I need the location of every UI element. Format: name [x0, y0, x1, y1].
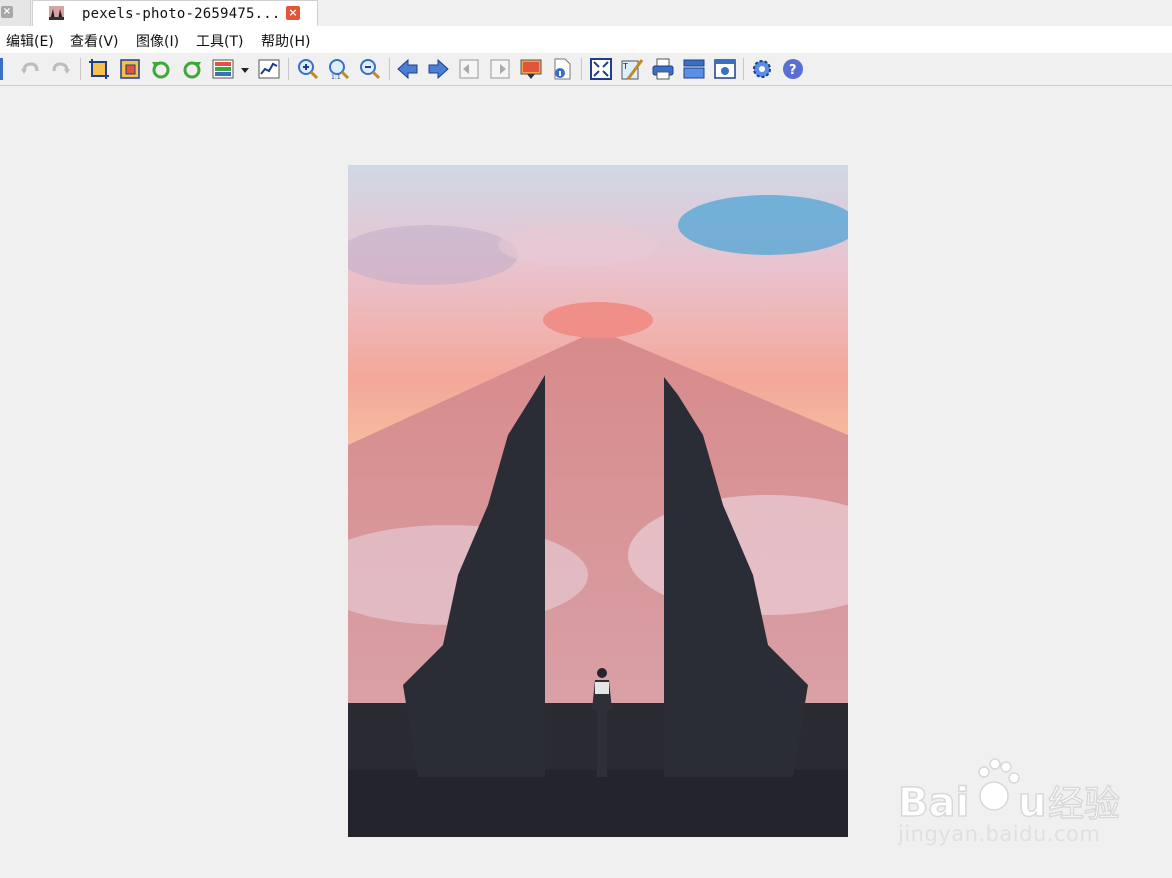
- print-icon[interactable]: [651, 57, 675, 81]
- tab-active[interactable]: pexels-photo-2659475... ×: [32, 0, 318, 26]
- toolbar-separator: [80, 58, 81, 80]
- first-page-icon[interactable]: [457, 57, 481, 81]
- menu-tools[interactable]: 工具(T): [196, 31, 243, 51]
- rotate-right-icon[interactable]: [180, 57, 204, 81]
- color-adjust-icon[interactable]: [211, 57, 235, 81]
- svg-text:经验: 经验: [1048, 784, 1120, 822]
- scan-icon[interactable]: [682, 57, 706, 81]
- screenshot-icon[interactable]: [713, 57, 737, 81]
- toolbar-separator: [288, 58, 289, 80]
- svg-text:u: u: [1018, 780, 1046, 822]
- baidu-paw-logo: Bai u 经验: [898, 758, 1121, 822]
- undo-icon[interactable]: [18, 57, 42, 81]
- zoom-in-icon[interactable]: [296, 57, 320, 81]
- settings-icon[interactable]: [750, 57, 774, 81]
- image-thumbnail-icon: [49, 6, 64, 20]
- resize-icon[interactable]: [118, 57, 142, 81]
- next-icon[interactable]: [426, 57, 450, 81]
- menu-image[interactable]: 图像(I): [136, 31, 179, 51]
- tab-title: pexels-photo-2659475...: [82, 6, 281, 22]
- fit-window-icon[interactable]: [589, 57, 613, 81]
- svg-text:Bai: Bai: [898, 780, 969, 822]
- displayed-photo: [348, 165, 848, 837]
- actual-size-icon[interactable]: 1:1: [327, 57, 351, 81]
- toolbar-edge: [0, 58, 3, 80]
- crop-icon[interactable]: [87, 57, 111, 81]
- tab-previous-close-icon[interactable]: ×: [1, 6, 13, 18]
- last-page-icon[interactable]: [488, 57, 512, 81]
- paint-icon[interactable]: T: [620, 57, 644, 81]
- slideshow-icon[interactable]: [519, 57, 543, 81]
- toolbar: 1:1 T ?: [0, 53, 1172, 86]
- svg-text:1:1: 1:1: [331, 74, 341, 81]
- redo-icon[interactable]: [49, 57, 73, 81]
- rotate-left-icon[interactable]: [149, 57, 173, 81]
- baidu-watermark: Bai u 经验 jingyan.baidu.com: [898, 752, 1158, 852]
- toolbar-separator: [743, 58, 744, 80]
- file-info-icon[interactable]: [550, 57, 574, 81]
- zoom-out-icon[interactable]: [358, 57, 382, 81]
- menu-view[interactable]: 查看(V): [70, 31, 119, 51]
- chevron-down-icon[interactable]: [238, 57, 252, 81]
- tab-bar: × pexels-photo-2659475... ×: [0, 0, 1172, 26]
- watermark-url: jingyan.baidu.com: [898, 822, 1101, 846]
- menu-edit[interactable]: 编辑(E): [6, 31, 54, 51]
- toolbar-separator: [389, 58, 390, 80]
- previous-icon[interactable]: [396, 57, 420, 81]
- svg-text:T: T: [622, 62, 628, 71]
- toolbar-separator: [581, 58, 582, 80]
- tab-previous[interactable]: ×: [0, 0, 31, 26]
- help-icon[interactable]: ?: [781, 57, 805, 81]
- menu-help[interactable]: 帮助(H): [261, 31, 310, 51]
- tab-close-icon[interactable]: ×: [286, 6, 300, 20]
- svg-text:?: ?: [789, 63, 797, 78]
- histogram-icon[interactable]: [257, 57, 281, 81]
- menu-bar: 编辑(E) 查看(V) 图像(I) 工具(T) 帮助(H): [0, 26, 1172, 54]
